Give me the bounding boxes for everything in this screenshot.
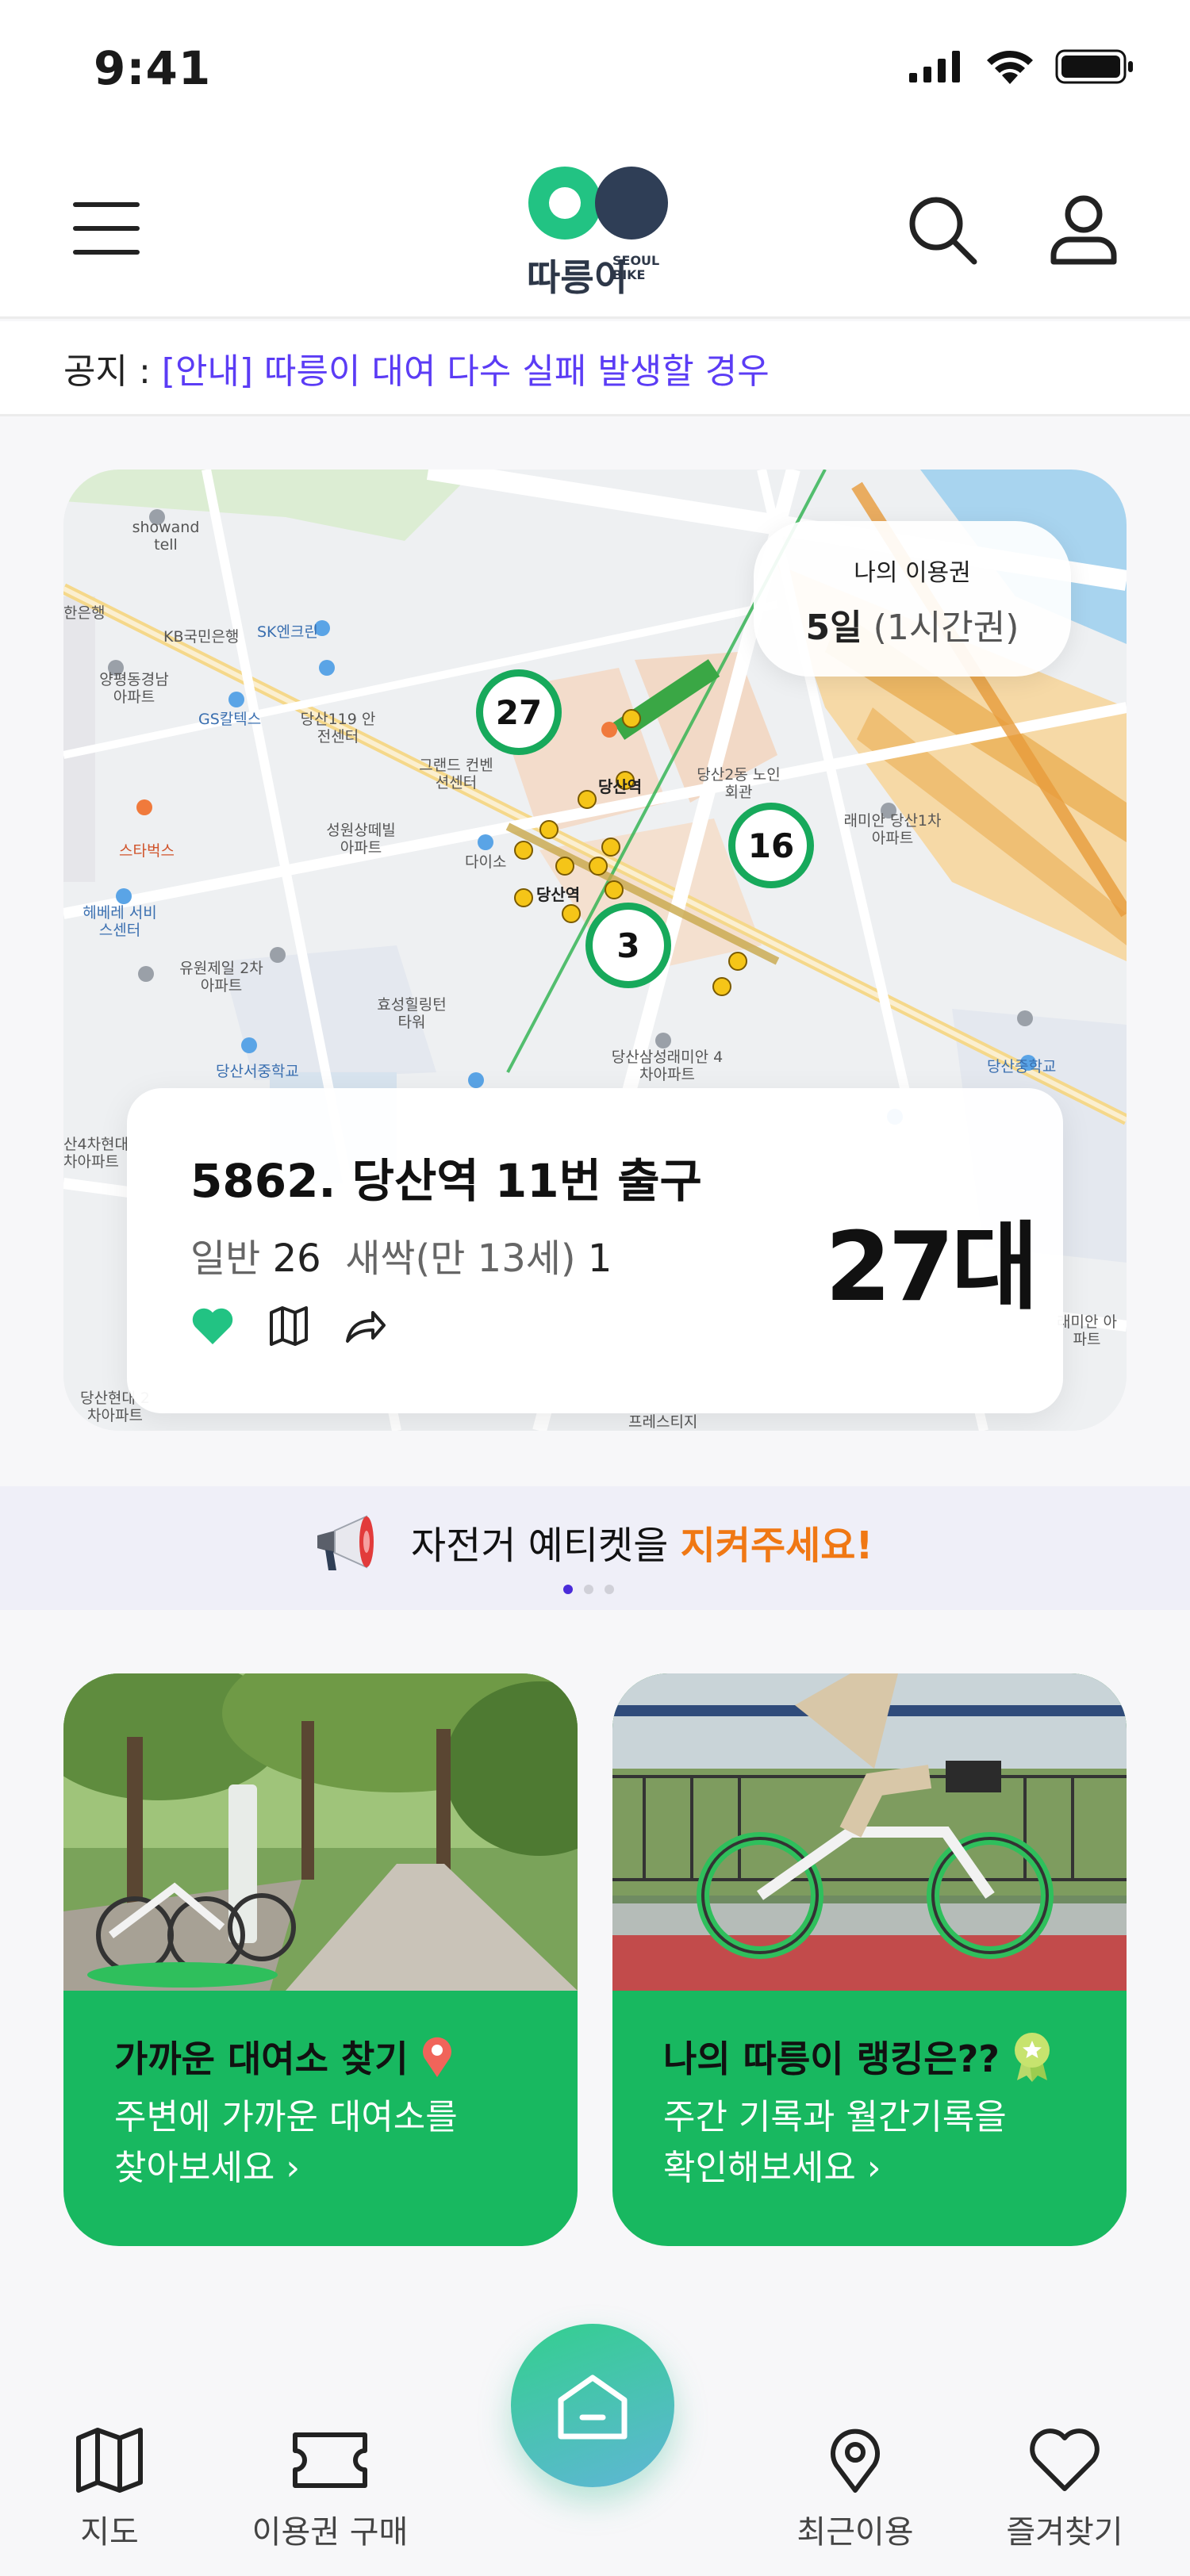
map-label-hyoseong: 효성힐링턴 타워 (377, 996, 447, 1031)
nav-map-label: 지도 (80, 2514, 139, 2551)
notice-label: 공지 : (63, 351, 151, 392)
share-icon[interactable] (343, 1306, 387, 1346)
station-name: 5862. 당산역 11번 출구 (190, 1154, 702, 1208)
ticket-icon (293, 2432, 367, 2488)
map-icon[interactable] (268, 1306, 309, 1346)
map-label-daiso: 다이소 (465, 853, 507, 871)
map-label-raemian2: 래미안 아파트 (1057, 1313, 1117, 1348)
profile-button[interactable] (1046, 192, 1122, 268)
map-label-dangsan2: 당산2동 노인회관 (697, 766, 781, 801)
nav-map[interactable]: 지도 (22, 2427, 197, 2552)
app-logo[interactable]: 따릉이 SEOUL BIKE (519, 163, 678, 299)
etiquette-message: 자전거 예티켓을 지켜주세요! (411, 1524, 873, 1568)
map-icon (76, 2428, 143, 2493)
map-label-raemian: 래미안 당산1차아파트 (843, 812, 942, 847)
map-label-seongwon: 성원상떼빌 아파트 (326, 822, 396, 857)
status-time: 9:41 (94, 41, 212, 95)
app-header: 따릉이 SEOUL BIKE (0, 135, 1190, 319)
bike-dock-photo (63, 1673, 578, 1991)
map-card[interactable]: showand tell 한은행 KB국민은행 SK엔크린 양평동경남 아파트 … (63, 470, 1127, 1431)
nav-purchase[interactable]: 이용권 구매 (243, 2427, 417, 2552)
location-pin-icon (831, 2428, 880, 2493)
my-pass-title: 나의 이용권 (854, 559, 971, 587)
card-description: 주간 기록과 월간기록을 확인해보세요 › (663, 2097, 1007, 2188)
station-pin[interactable]: 16 (728, 803, 814, 922)
map-label-yuwon: 유원제일 2차아파트 (179, 960, 263, 995)
station-pin[interactable]: 27 (476, 669, 562, 789)
nav-favorites[interactable]: 즐겨찾기 (977, 2427, 1152, 2552)
home-fab-button[interactable] (511, 2324, 674, 2487)
map-label-starbucks: 스타벅스 (119, 842, 175, 860)
station-total-bikes: 27대 (825, 1213, 1038, 1323)
wifi-icon (987, 50, 1033, 84)
card-title: 가까운 대여소 찾기 (114, 2030, 455, 2083)
map-label-safety: 당산119 안전센터 (300, 711, 376, 746)
banner-pagination (563, 1585, 614, 1594)
heart-icon (1030, 2428, 1100, 2491)
card-description: 주변에 가까운 대여소를 찾아보세요 › (114, 2097, 458, 2188)
page-dot[interactable] (584, 1585, 593, 1594)
station-actions (190, 1306, 387, 1346)
map-label-bank: 한은행 (63, 604, 106, 622)
rider-photo (612, 1673, 1127, 1991)
my-ranking-card[interactable]: 나의 따릉이 랭킹은?? 주간 기록과 월간기록을 확인해보세요 › (612, 1673, 1127, 2246)
my-pass-value: 5일 (1시간권) (805, 608, 1019, 648)
user-icon (1050, 195, 1117, 265)
station-pin[interactable]: 3 (585, 903, 671, 1022)
page-dot[interactable] (605, 1585, 614, 1594)
station-info-card[interactable]: 5862. 당산역 11번 출구 일반 26 새싹(만 13세) 1 27대 (127, 1088, 1063, 1413)
heart-filled-icon[interactable] (190, 1306, 235, 1346)
map-label-station2: 당산역 (598, 777, 643, 796)
menu-icon (73, 202, 140, 207)
page-dot-active[interactable] (563, 1585, 573, 1594)
status-bar: 9:41 (0, 0, 1190, 135)
pin-count: 3 (593, 910, 664, 981)
nav-recent-label: 최근이용 (797, 2514, 914, 2551)
map-label-hebel: 헤베레 서비스센터 (83, 904, 157, 939)
logo-mark-icon (528, 167, 668, 240)
signal-icon (909, 51, 960, 82)
pin-count: 16 (735, 810, 807, 881)
my-pass-bubble[interactable]: 나의 이용권 5일 (1시간권) (754, 521, 1071, 677)
location-pin-icon (422, 2037, 451, 2077)
pin-count: 27 (483, 677, 555, 748)
search-button[interactable] (904, 192, 981, 268)
map-label-sk: SK엔크린 (257, 623, 318, 641)
search-icon (909, 197, 977, 265)
map-label-school1: 당산서중학교 (216, 1063, 299, 1080)
nav-favorites-label: 즐겨찾기 (1006, 2514, 1123, 2551)
nearby-station-card[interactable]: 가까운 대여소 찾기 주변에 가까운 대여소를 찾아보세요 › (63, 1673, 578, 2246)
logo-sub: SEOUL BIKE (612, 253, 660, 282)
home-icon (558, 2375, 628, 2440)
status-icons (909, 49, 1134, 84)
map-label-hyundai4: 산4차현대 차아파트 (63, 1136, 129, 1171)
nav-recent[interactable]: 최근이용 (768, 2427, 942, 2552)
menu-button[interactable] (73, 202, 140, 255)
map-label-samsung: 당산삼성래미안 4차아파트 (611, 1048, 724, 1083)
map-label-apt1: 양평동경남 아파트 (99, 671, 169, 706)
map-label-showand: showand tell (132, 519, 200, 554)
station-bike-breakdown: 일반 26 새싹(만 13세) 1 (190, 1236, 612, 1281)
map-label-school2: 당산중학교 (987, 1058, 1057, 1075)
map-label-station1: 당산역 (536, 885, 581, 904)
battery-icon (1055, 49, 1133, 84)
megaphone-icon (317, 1515, 374, 1570)
award-badge-icon (1014, 2033, 1050, 2082)
notice-bar[interactable]: 공지 : [안내] 따릉이 대여 다수 실패 발생할 경우 (0, 321, 1190, 416)
notice-text[interactable]: [안내] 따릉이 대여 다수 실패 발생할 경우 (162, 343, 770, 393)
map-label-gs: GS칼텍스 (198, 711, 262, 728)
card-title: 나의 따릉이 랭킹은?? (663, 2030, 1054, 2083)
etiquette-banner[interactable]: 자전거 예티켓을 지켜주세요! (0, 1486, 1190, 1610)
map-label-kb: KB국민은행 (163, 628, 240, 646)
nav-purchase-label: 이용권 구매 (251, 2514, 409, 2551)
